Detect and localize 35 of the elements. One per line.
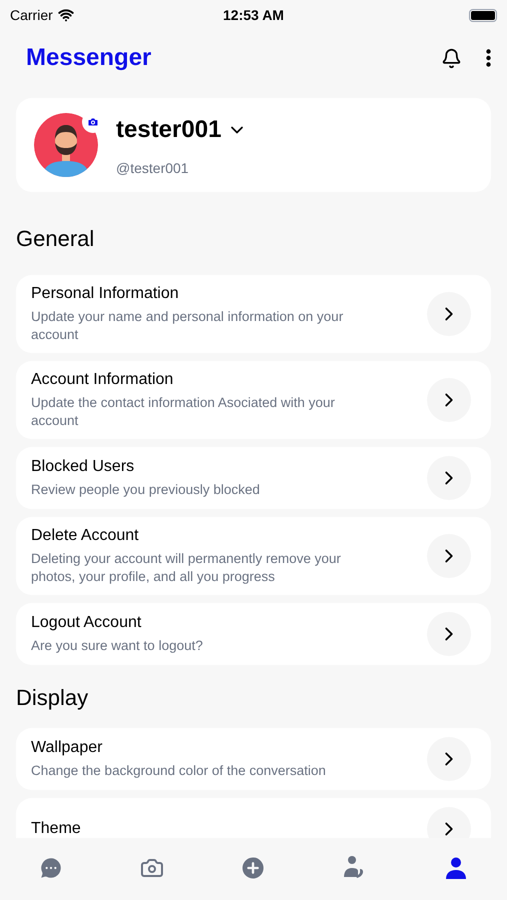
battery-icon [468,8,497,22]
settings-item[interactable]: Personal Information Update your name and personal information on your account [16,275,491,353]
account-switcher[interactable]: tester001 [116,112,248,148]
item-title: Theme [31,819,81,838]
settings-item[interactable]: Wallpaper Change the background color of the conversation [16,728,491,790]
item-description: Update the contact information Asociated with your account [31,394,336,430]
item-description: Update your name and personal information on your account [31,308,344,344]
section-heading: General [16,226,94,251]
item-description: Change the background color of the conversation [31,762,326,780]
settings-item[interactable]: Logout Account Are you sure want to logout? [16,603,491,665]
username-handle: @tester001 [116,158,190,178]
settings-item[interactable]: Delete Account Deleting your account will permanently remove your photos, your profile, and all you progress [16,517,491,595]
clock: 12:53 AM [223,6,284,24]
settings-item[interactable]: Theme [16,798,491,838]
settings-item[interactable]: Blocked Users Review people you previously blocked [16,447,491,509]
person-icon [444,856,468,880]
chevron-button[interactable] [427,807,471,838]
more-icon [486,49,491,67]
app-title: Messenger [26,43,152,73]
avatar-drawing [34,113,98,177]
settings-item[interactable]: Account Information Update the contact information Asociated with your account [16,361,491,439]
item-title: Delete Account [31,526,140,546]
carrier-label: Carrier [10,6,53,24]
bell-icon [441,48,462,68]
wifi-icon [58,7,74,23]
item-title: Personal Information [31,284,180,304]
item-title: Wallpaper [31,738,104,758]
item-description: Deleting your account will permanently remove your photos, your profile, and all you progress [31,550,342,586]
item-title: Account Information [31,370,174,390]
item-title: Blocked Users [31,457,136,477]
item-title: Logout Account [31,613,142,633]
item-description: Review people you previously blocked [31,481,260,499]
camera-icon [140,856,164,880]
item-description: Are you sure want to logout? [31,637,203,655]
section-heading: Display [16,685,88,710]
